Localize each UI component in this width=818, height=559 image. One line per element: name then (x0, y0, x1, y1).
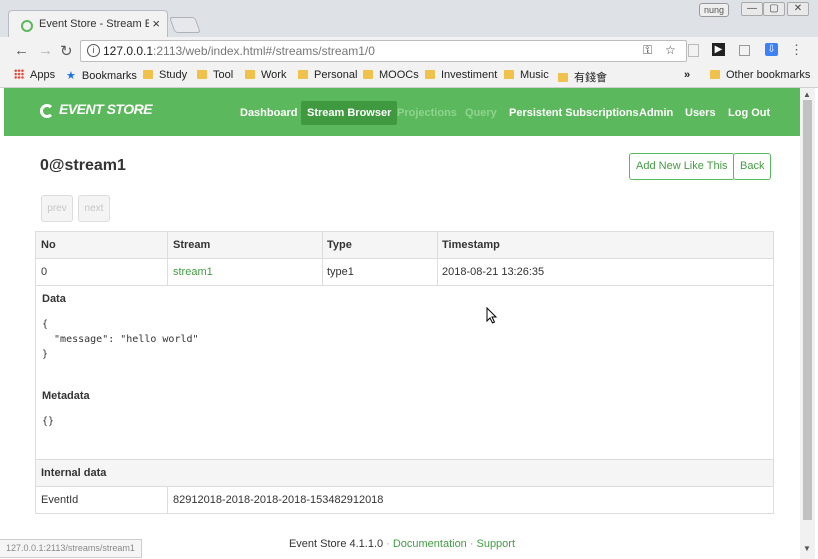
bookmark-apps[interactable]: Apps (14, 69, 55, 81)
bookmark-bookmarks[interactable]: ★ Bookmarks (66, 69, 137, 82)
data-json: { "message": "hello world" } (42, 319, 199, 360)
eventstore-logo[interactable]: EVENT STORE (40, 101, 153, 123)
bookmark-work[interactable]: Work (245, 69, 286, 81)
documentation-link[interactable]: Documentation (393, 538, 467, 550)
header-no: No (41, 239, 56, 251)
page-viewport: EVENT STORE Dashboard Stream Browser Pro… (4, 88, 800, 559)
data-label: Data (42, 293, 66, 305)
tab-close-icon[interactable]: × (152, 16, 160, 31)
key-icon[interactable]: ⚿ (643, 43, 652, 58)
nav-query[interactable]: Query (465, 101, 497, 125)
data-section: Data { "message": "hello world" } Metada… (36, 286, 773, 460)
address-bar[interactable]: i 127.0.0.1:2113/web/index.html#/streams… (80, 40, 687, 62)
prev-button[interactable]: prev (41, 195, 73, 222)
browser-menu-icon[interactable]: ⋮ (790, 43, 803, 56)
bookmark-investiment[interactable]: Investiment (425, 69, 497, 81)
eventstore-navbar: EVENT STORE Dashboard Stream Browser Pro… (4, 88, 800, 136)
bookmarks-bar: Apps ★ Bookmarks Study Tool Work Personal… (0, 65, 818, 88)
bookmark-study[interactable]: Study (143, 69, 187, 81)
bookmark-music[interactable]: Music (504, 69, 549, 81)
tab-title: Event Store - Stream Eve (39, 18, 149, 30)
close-window-button[interactable]: ✕ (787, 2, 809, 16)
header-stream: Stream (173, 239, 211, 251)
next-button[interactable]: next (78, 195, 110, 222)
folder-icon (558, 73, 568, 82)
star-icon: ★ (66, 70, 76, 82)
browser-tab[interactable]: Event Store - Stream Eve × (8, 10, 168, 38)
table-row: 0 stream1 type1 2018-08-21 13:26:35 (36, 259, 773, 286)
nav-projections[interactable]: Projections (397, 101, 457, 125)
folder-icon (245, 70, 255, 79)
back-arrow-icon[interactable]: ← (14, 42, 29, 59)
extension-download-icon[interactable]: ⇩ (765, 43, 778, 56)
table-row: EventId 82912018-2018-2018-2018-15348291… (36, 487, 773, 513)
nav-persistent-subscriptions[interactable]: Persistent Subscriptions (509, 101, 639, 125)
footer-version: Event Store 4.1.1.0 (288, 538, 384, 550)
eventstore-logo-icon (40, 104, 54, 118)
extension-page-icon[interactable] (688, 44, 699, 57)
bookmark-tool[interactable]: Tool (197, 69, 233, 81)
new-tab-button[interactable] (169, 17, 201, 33)
minimize-button[interactable]: — (741, 2, 763, 16)
scroll-up-icon[interactable]: ▲ (803, 90, 811, 99)
reload-icon[interactable]: ↻ (60, 42, 73, 60)
header-type: Type (327, 239, 352, 251)
folder-icon (298, 70, 308, 79)
back-button[interactable]: Back (733, 153, 772, 180)
nav-dashboard[interactable]: Dashboard (240, 101, 297, 125)
folder-icon (197, 70, 207, 79)
profile-badge[interactable]: nung (699, 3, 730, 17)
add-new-like-this-button[interactable]: Add New Like This (629, 153, 735, 180)
scroll-down-icon[interactable]: ▼ (803, 544, 811, 553)
internal-data-label: Internal data (41, 467, 107, 479)
folder-icon (425, 70, 435, 79)
page-title: 0@stream1 (40, 157, 126, 174)
nav-stream-browser[interactable]: Stream Browser (301, 101, 398, 125)
nav-logout[interactable]: Log Out (728, 101, 770, 125)
bookmark-star-icon[interactable]: ☆ (665, 43, 676, 57)
bookmark-chinese[interactable]: 有錢會 (558, 69, 607, 85)
mouse-cursor-icon (486, 307, 498, 324)
folder-icon (710, 70, 720, 79)
table-header-row: No Stream Type Timestamp (36, 232, 773, 259)
metadata-label: Metadata (42, 390, 90, 402)
apps-grid-icon (14, 69, 24, 79)
info-icon[interactable]: i (87, 44, 100, 57)
bookmark-personal[interactable]: Personal (298, 69, 357, 81)
event-timestamp: 2018-08-21 13:26:35 (442, 266, 545, 278)
bookmark-other[interactable]: Other bookmarks (710, 69, 810, 81)
event-table: No Stream Type Timestamp 0 stream1 type1… (35, 231, 774, 514)
bookmarks-overflow[interactable]: » (684, 69, 690, 81)
folder-icon (363, 70, 373, 79)
event-number: 0 (41, 266, 48, 278)
bookmark-moocs[interactable]: MOOCs (363, 69, 419, 81)
status-bar-url: 127.0.0.1:2113/streams/stream1 (0, 539, 142, 558)
scroll-thumb[interactable] (803, 100, 812, 520)
extension-play-icon[interactable]: ▶ (712, 43, 725, 56)
maximize-button[interactable]: ▢ (763, 2, 785, 16)
forward-arrow-icon[interactable]: → (38, 42, 53, 59)
url-text: 127.0.0.1:2113/web/index.html#/streams/s… (103, 44, 375, 58)
nav-admin[interactable]: Admin (639, 101, 673, 125)
event-id-label: EventId (41, 494, 79, 506)
page-scrollbar[interactable]: ▲ ▼ (800, 88, 815, 559)
folder-icon (504, 70, 514, 79)
nav-users[interactable]: Users (685, 101, 716, 125)
event-id-value: 82912018-2018-2018-2018-153482912018 (173, 494, 384, 506)
event-type: type1 (327, 266, 354, 278)
folder-icon (143, 70, 153, 79)
extension-panel-icon[interactable] (739, 45, 750, 56)
browser-titlebar: Event Store - Stream Eve × nung — ▢ ✕ (0, 0, 818, 38)
support-link[interactable]: Support (476, 538, 515, 550)
internal-data-row: Internal data (36, 460, 773, 487)
stream-link[interactable]: stream1 (173, 266, 213, 278)
eventstore-favicon-icon (21, 20, 33, 32)
metadata-json: {} (42, 416, 55, 427)
header-timestamp: Timestamp (442, 239, 500, 251)
